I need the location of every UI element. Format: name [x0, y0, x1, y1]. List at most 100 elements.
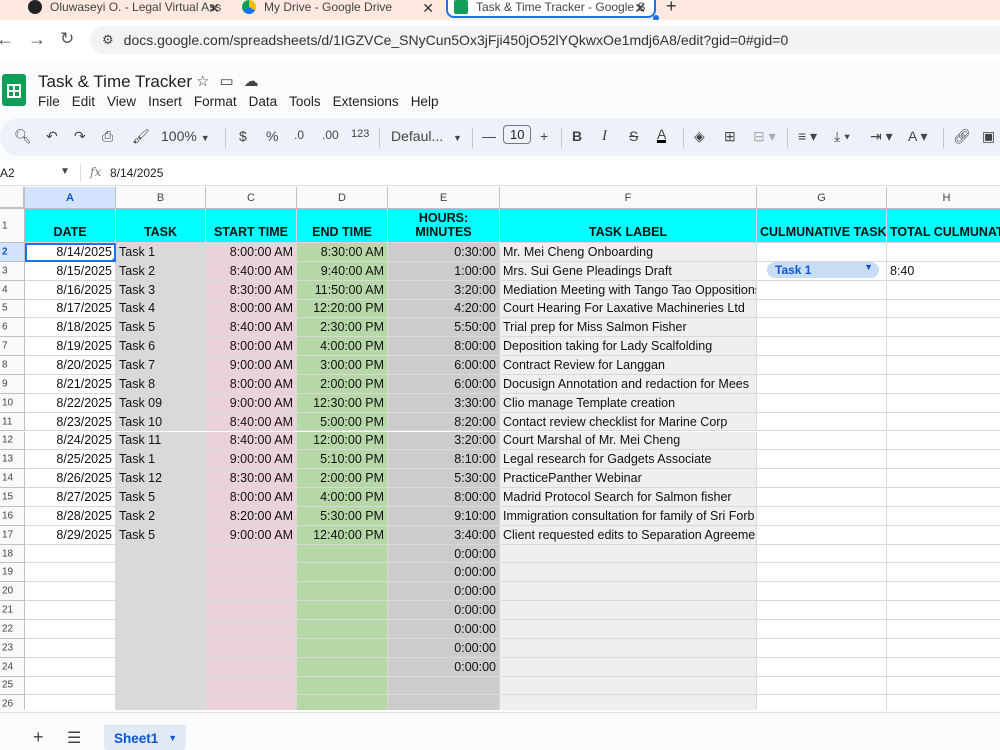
table-cell[interactable]: 4:00:00 PM	[297, 337, 388, 357]
table-cell[interactable]	[297, 563, 388, 583]
row-header[interactable]: 4	[0, 280, 25, 300]
table-cell[interactable]	[757, 638, 887, 658]
formula-input[interactable]: 8/14/2025	[110, 166, 163, 180]
table-cell[interactable]	[116, 544, 206, 564]
address-bar[interactable]: ⚙ docs.google.com/spreadsheets/d/1IGZVCe…	[90, 26, 1000, 54]
table-cell[interactable]	[757, 356, 887, 375]
sheets-logo-icon[interactable]	[2, 74, 26, 106]
table-cell[interactable]	[757, 601, 887, 620]
table-cell[interactable]: Docusign Annotation and redaction for Me…	[500, 374, 757, 394]
table-cell[interactable]: 8/20/2025	[25, 356, 116, 375]
row-header[interactable]: 6	[0, 318, 25, 338]
table-cell[interactable]	[388, 695, 500, 710]
table-cell[interactable]	[206, 563, 297, 583]
table-cell[interactable]: 0:30:00	[388, 243, 500, 262]
table-cell[interactable]: Mrs. Sui Gene Pleadings Draft	[500, 261, 757, 281]
table-cell[interactable]: 4:00:00 PM	[297, 488, 388, 507]
table-cell[interactable]	[25, 620, 116, 639]
browser-tab[interactable]: My Drive - Google Drive ✕	[234, 0, 444, 18]
table-cell[interactable]	[757, 676, 887, 696]
table-cell[interactable]	[757, 544, 887, 564]
table-cell[interactable]	[887, 582, 1000, 602]
header-cell[interactable]: DATE	[25, 209, 116, 243]
table-cell[interactable]: 8/27/2025	[25, 488, 116, 507]
table-cell[interactable]: 4:20:00	[388, 299, 500, 319]
row-header[interactable]: 12	[0, 431, 25, 451]
menu-edit[interactable]: Edit	[72, 94, 95, 109]
forward-icon[interactable]: →	[28, 29, 46, 50]
table-cell[interactable]	[116, 695, 206, 710]
table-cell[interactable]	[500, 657, 757, 677]
table-cell[interactable]: 8/24/2025	[25, 431, 116, 451]
table-cell[interactable]	[500, 620, 757, 639]
table-cell[interactable]: 5:10:00 PM	[297, 450, 388, 470]
percent-button[interactable]: %	[266, 128, 278, 144]
table-cell[interactable]: 3:40:00	[388, 525, 500, 545]
table-cell[interactable]	[887, 639, 1000, 658]
name-box[interactable]: A2	[0, 166, 15, 180]
row-header[interactable]: 13	[0, 450, 25, 470]
table-cell[interactable]: 9:00:00 AM	[206, 450, 297, 470]
menu-extensions[interactable]: Extensions	[333, 94, 399, 109]
table-cell[interactable]: Task 4	[116, 299, 206, 319]
row-header[interactable]: 1	[0, 209, 25, 243]
row-header[interactable]: 21	[0, 601, 25, 620]
table-cell[interactable]	[388, 676, 500, 696]
table-cell[interactable]	[297, 582, 388, 602]
table-cell[interactable]	[757, 450, 887, 470]
zoom-select[interactable]: 100% ▼	[161, 128, 210, 144]
table-cell[interactable]: Task 3	[116, 280, 206, 300]
column-header[interactable]: F	[500, 187, 757, 209]
menu-insert[interactable]: Insert	[148, 94, 182, 109]
all-sheets-icon[interactable]: ☰	[67, 728, 81, 748]
increase-decimal-button[interactable]: .00	[322, 128, 339, 142]
font-select[interactable]: Defaul... ▼	[391, 128, 462, 144]
table-cell[interactable]	[116, 657, 206, 677]
table-cell[interactable]: 11:50:00 AM	[297, 280, 388, 300]
font-size-input[interactable]: 10	[503, 125, 532, 144]
table-cell[interactable]: Task 11	[116, 431, 206, 451]
row-header[interactable]: 25	[0, 676, 25, 696]
table-cell[interactable]: Task 5	[116, 488, 206, 507]
table-cell[interactable]	[25, 582, 116, 602]
table-cell[interactable]	[887, 300, 1000, 319]
table-cell[interactable]	[757, 337, 887, 357]
table-cell[interactable]	[116, 620, 206, 639]
table-cell[interactable]: 12:20:00 PM	[297, 299, 388, 319]
text-color-button[interactable]: A	[657, 127, 667, 143]
browser-tab[interactable]: Oluwaseyi O. - Legal Virtual Ass ✕	[20, 0, 230, 18]
paint-format-icon[interactable]: 🖌︎	[132, 128, 150, 145]
table-cell[interactable]	[25, 563, 116, 583]
header-cell[interactable]: TASK LABEL	[500, 209, 757, 243]
merge-cells-icon[interactable]: ⊟ ▾	[753, 128, 776, 145]
table-cell[interactable]	[757, 280, 887, 300]
table-cell[interactable]: 8/25/2025	[25, 450, 116, 470]
row-header[interactable]: 24	[0, 657, 25, 677]
header-cell[interactable]: CULMUNATIVE TASK	[757, 209, 887, 243]
redo-icon[interactable]: ↷	[74, 128, 86, 145]
table-cell[interactable]	[206, 695, 297, 710]
header-cell[interactable]: DURATION HOURS: MINUTES	[388, 209, 500, 243]
table-cell[interactable]	[206, 544, 297, 564]
table-cell[interactable]	[887, 413, 1000, 432]
table-cell[interactable]	[25, 638, 116, 658]
insert-link-icon[interactable]: 🔗︎	[953, 128, 971, 145]
close-icon[interactable]: ✕	[634, 0, 646, 17]
vertical-align-icon[interactable]: ⤓ ▾	[834, 128, 850, 145]
search-icon[interactable]: 🔍︎	[14, 128, 32, 145]
table-cell[interactable]: 8:00:00 AM	[206, 299, 297, 319]
table-cell[interactable]: 12:40:00 PM	[297, 525, 388, 545]
row-header[interactable]: 20	[0, 582, 25, 602]
table-cell[interactable]: 0:00:00	[388, 620, 500, 639]
currency-button[interactable]: $	[239, 128, 247, 144]
table-cell[interactable]: Task 1	[116, 450, 206, 470]
table-cell[interactable]: Madrid Protocol Search for Salmon fisher	[500, 488, 757, 507]
table-cell[interactable]: 2:00:00 PM	[297, 374, 388, 394]
table-cell[interactable]: 8/17/2025	[25, 299, 116, 319]
column-header[interactable]: C	[206, 187, 297, 209]
back-icon[interactable]: ←	[0, 29, 14, 50]
table-cell[interactable]: 2:00:00 PM	[297, 469, 388, 489]
table-cell[interactable]: 0:00:00	[388, 582, 500, 602]
table-cell[interactable]: 0:00:00	[388, 638, 500, 658]
table-cell[interactable]	[500, 601, 757, 620]
